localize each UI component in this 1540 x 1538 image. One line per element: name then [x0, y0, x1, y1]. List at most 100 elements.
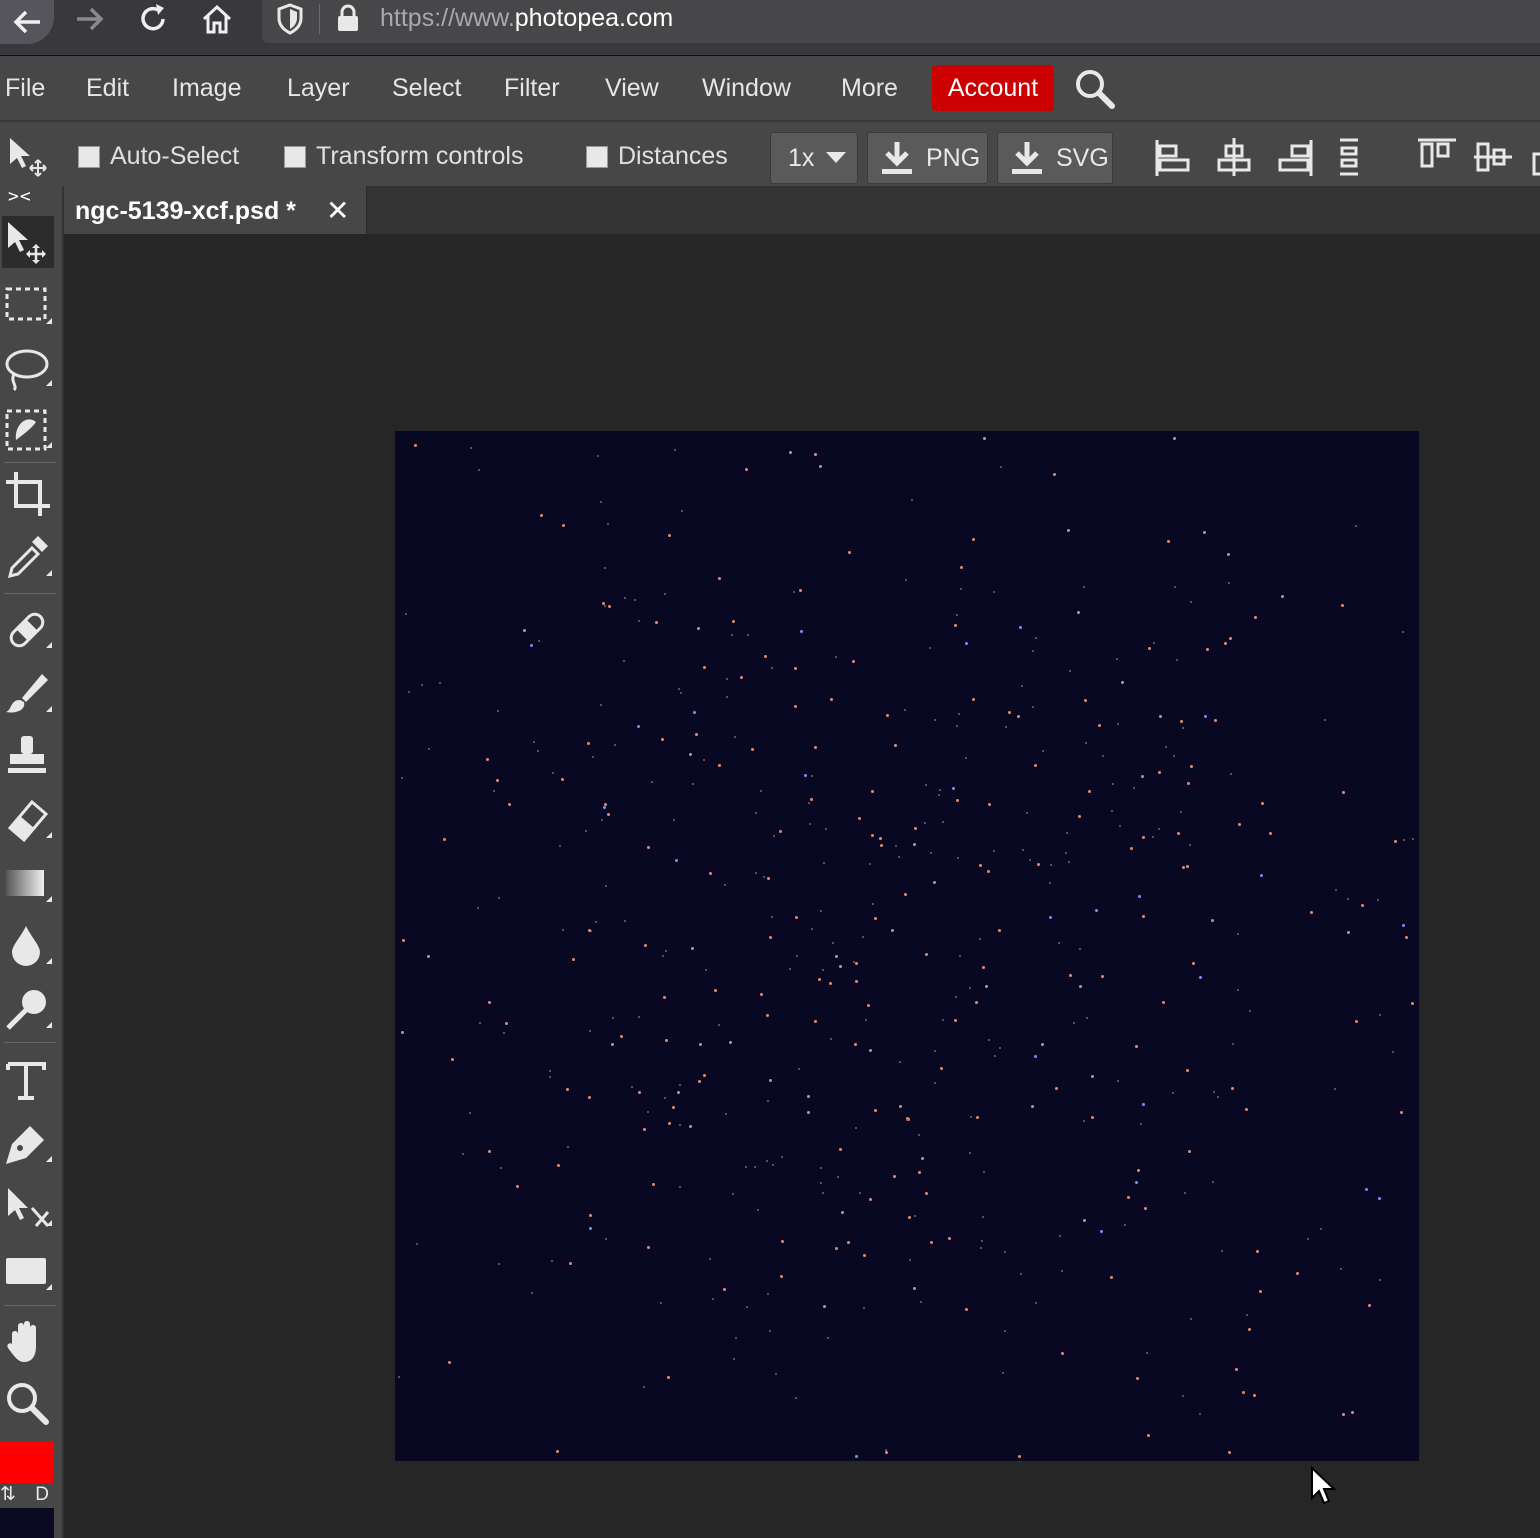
menu-select[interactable]: Select: [392, 71, 461, 105]
foreground-color-swatch[interactable]: [0, 1441, 54, 1483]
star-point: [867, 1003, 871, 1007]
menu-edit[interactable]: Edit: [86, 71, 129, 105]
star-point: [643, 1385, 646, 1388]
star-point: [1153, 642, 1156, 645]
align-center-h-icon[interactable]: [1213, 136, 1255, 178]
star-point: [976, 1116, 980, 1120]
eraser-tool[interactable]: [2, 794, 54, 846]
pen-tool[interactable]: [2, 1118, 54, 1170]
hand-tool[interactable]: [2, 1316, 54, 1368]
transform-controls-checkbox[interactable]: [284, 146, 306, 168]
star-point: [705, 968, 708, 971]
zoom-tool[interactable]: [2, 1378, 54, 1430]
star-point: [725, 1113, 728, 1116]
star-point: [498, 897, 501, 900]
star-point: [671, 1105, 675, 1109]
star-point: [599, 500, 602, 503]
account-button[interactable]: Account: [932, 65, 1054, 111]
star-point: [1053, 473, 1057, 477]
star-point: [613, 743, 616, 746]
move-tool[interactable]: [2, 216, 54, 268]
eyedropper-tool[interactable]: [2, 532, 54, 584]
rect-select-tool[interactable]: [2, 280, 54, 332]
star-point: [1212, 1180, 1215, 1183]
star-point: [717, 763, 721, 767]
star-point: [529, 643, 533, 647]
export-png-button[interactable]: PNG: [867, 132, 988, 184]
healing-tool[interactable]: [2, 604, 54, 656]
forward-button[interactable]: [70, 0, 110, 38]
star-point: [646, 1110, 649, 1113]
auto-select-checkbox[interactable]: [78, 146, 100, 168]
star-point: [1035, 637, 1038, 640]
background-color-swatch[interactable]: [0, 1508, 54, 1538]
star-point: [647, 1246, 651, 1250]
star-point: [834, 1247, 838, 1251]
blur-tool[interactable]: [2, 920, 54, 972]
url-text[interactable]: https://www.photopea.com: [380, 2, 673, 34]
shield-icon[interactable]: [276, 3, 304, 35]
menu-view[interactable]: View: [605, 71, 659, 105]
star-point: [1034, 1302, 1037, 1305]
crop-tool[interactable]: [2, 468, 54, 520]
type-tool[interactable]: [2, 1054, 54, 1106]
align-top-icon[interactable]: [1416, 136, 1458, 178]
star-point: [1402, 924, 1406, 928]
star-point: [770, 916, 773, 919]
align-bottom-icon[interactable]: [1526, 136, 1540, 178]
menu-layer[interactable]: Layer: [287, 71, 350, 105]
menu-more[interactable]: More: [841, 71, 898, 105]
search-icon[interactable]: [1072, 66, 1118, 112]
align-left-icon[interactable]: [1152, 136, 1194, 178]
close-icon[interactable]: ✕: [326, 194, 349, 228]
star-point: [1179, 811, 1182, 814]
zoom-select[interactable]: 1x: [770, 132, 858, 184]
star-point: [965, 757, 968, 760]
collapse-toggle[interactable]: ><: [8, 186, 32, 207]
star-point: [793, 704, 797, 708]
lasso-tool[interactable]: [2, 342, 54, 394]
star-point: [854, 1043, 858, 1047]
star-point: [745, 1306, 748, 1309]
home-button[interactable]: [197, 0, 237, 38]
star-point: [660, 1302, 663, 1305]
star-point: [1083, 1119, 1086, 1122]
distances-checkbox[interactable]: [586, 146, 608, 168]
stamp-tool[interactable]: [2, 730, 54, 782]
document-canvas[interactable]: [395, 431, 1419, 1461]
swap-arrows-icon[interactable]: ⇅: [0, 1484, 21, 1505]
align-middle-v-icon[interactable]: [1472, 136, 1514, 178]
back-button[interactable]: [0, 0, 54, 44]
distribute-icon[interactable]: [1328, 136, 1370, 178]
star-point: [1004, 1250, 1007, 1253]
star-point: [1101, 975, 1105, 979]
reload-button[interactable]: [133, 0, 173, 38]
dodge-tool[interactable]: [2, 984, 54, 1036]
star-point: [451, 1058, 455, 1062]
star-point: [903, 892, 907, 896]
star-point: [1180, 719, 1184, 723]
brush-tool[interactable]: [2, 668, 54, 720]
menu-filter[interactable]: Filter: [504, 71, 560, 105]
star-point: [1001, 1371, 1004, 1374]
path-select-tool[interactable]: [2, 1182, 54, 1234]
menu-image[interactable]: Image: [172, 71, 241, 105]
shape-tool[interactable]: [2, 1246, 54, 1298]
lock-icon[interactable]: [335, 3, 361, 33]
star-point: [572, 958, 576, 962]
star-point: [636, 724, 640, 728]
gradient-tool[interactable]: [2, 858, 54, 910]
align-right-icon[interactable]: [1274, 136, 1316, 178]
star-point: [1237, 822, 1241, 826]
document-tab[interactable]: ngc-5139-xcf.psd * ✕: [64, 186, 367, 234]
star-point: [1192, 961, 1196, 965]
brush-icon: [6, 674, 52, 713]
star-point: [1041, 749, 1044, 752]
quick-select-tool[interactable]: [2, 404, 54, 456]
star-point: [757, 1208, 760, 1211]
export-svg-button[interactable]: SVG: [997, 132, 1113, 184]
menu-file[interactable]: File: [5, 71, 45, 105]
default-colors-label[interactable]: D: [35, 1484, 49, 1505]
color-swap-controls[interactable]: ⇅ D: [0, 1483, 49, 1506]
menu-window[interactable]: Window: [702, 71, 791, 105]
